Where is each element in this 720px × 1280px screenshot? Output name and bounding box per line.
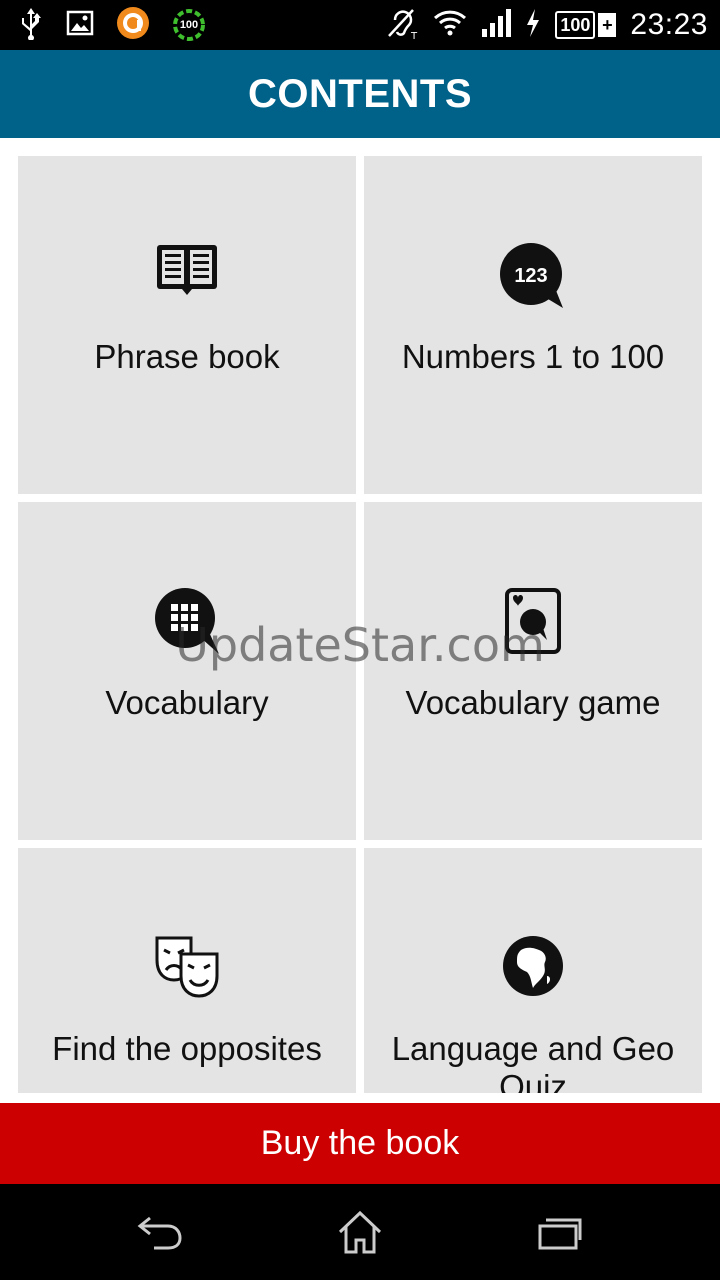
system-navigation-bar (0, 1184, 720, 1280)
home-icon[interactable] (332, 1206, 388, 1258)
tile-vocabulary-game[interactable]: Vocabulary game (364, 502, 702, 840)
hearing-aid-icon: T (385, 6, 419, 45)
tile-phrase-book[interactable]: Phrase book (18, 156, 356, 494)
svg-text:T: T (410, 31, 418, 40)
tile-label: Language and Geo Quiz (391, 1030, 675, 1093)
page-title: CONTENTS (248, 71, 472, 116)
tile-vocabulary[interactable]: Vocabulary (18, 502, 356, 840)
app-header: CONTENTS (0, 50, 720, 138)
buy-button-label: Buy the book (260, 1124, 460, 1162)
tile-label: Vocabulary (105, 684, 269, 721)
tile-find-opposites[interactable]: Find the opposites (18, 848, 356, 1093)
wifi-icon (433, 9, 467, 42)
clock: 23:23 (630, 8, 708, 41)
image-icon (66, 10, 94, 41)
back-icon[interactable] (132, 1206, 188, 1258)
tile-geo-quiz[interactable]: Language and Geo Quiz (364, 848, 702, 1093)
battery-indicator: 100 + (555, 11, 617, 39)
tile-label: Numbers 1 to 100 (401, 338, 665, 375)
globe-icon (501, 934, 565, 1003)
tile-label: Find the opposites (52, 1030, 322, 1067)
recent-apps-icon[interactable] (532, 1206, 588, 1258)
theater-masks-icon (155, 934, 219, 1003)
usb-icon (18, 6, 44, 45)
number-bubble-icon: 123 (499, 242, 567, 315)
buy-the-book-button[interactable]: Buy the book (0, 1103, 720, 1184)
tile-numbers[interactable]: 123 Numbers 1 to 100 (364, 156, 702, 494)
progress-circle-icon: 100 (172, 8, 206, 42)
status-bar: 100 T 100 + 23:23 (0, 0, 720, 50)
tile-label: Vocabulary game (405, 684, 661, 721)
card-icon (505, 588, 561, 659)
svg-text:123: 123 (514, 265, 547, 287)
open-book-icon (156, 242, 218, 301)
grid-bubble-icon (153, 588, 221, 661)
signal-icon (481, 8, 512, 42)
orange-app-icon (116, 6, 150, 45)
charging-icon (525, 8, 541, 42)
tile-label: Phrase book (94, 338, 280, 375)
